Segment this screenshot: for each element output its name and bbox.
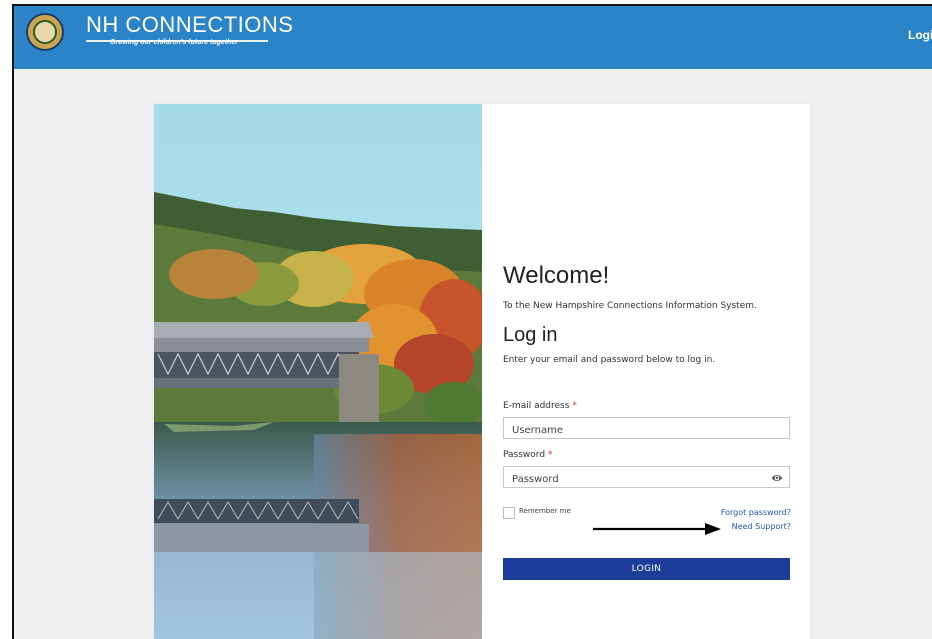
login-heading: Log in <box>503 324 558 346</box>
covered-bridge-autumn-photo <box>154 104 482 639</box>
welcome-heading: Welcome! <box>503 262 610 289</box>
password-label-text: Password <box>503 450 546 460</box>
forgot-password-link[interactable]: Forgot password? <box>721 508 791 517</box>
required-mark: * <box>547 450 553 460</box>
password-label: Password * <box>503 450 552 460</box>
remember-me-label[interactable]: Remember me <box>519 507 571 515</box>
eye-icon[interactable] <box>771 472 783 484</box>
nh-state-seal-icon[interactable] <box>26 13 64 51</box>
arrow-right-icon <box>593 523 721 535</box>
remember-me-checkbox[interactable] <box>503 507 515 519</box>
email-label-text: E-mail address <box>503 401 570 411</box>
need-support-link[interactable]: Need Support? <box>732 522 791 531</box>
password-field[interactable] <box>503 466 790 490</box>
password-input[interactable] <box>504 469 762 490</box>
login-instructions: Enter your email and password below to l… <box>503 355 716 365</box>
login-form: Welcome! To the New Hampshire Connection… <box>503 104 791 639</box>
required-mark: * <box>572 401 577 411</box>
top-header-bar: NH CONNECTIONS Growing our children's fu… <box>14 6 932 69</box>
brand-underline <box>86 40 268 42</box>
login-card: Welcome! To the New Hampshire Connection… <box>154 104 810 639</box>
brand-title: NH CONNECTIONS <box>86 12 294 37</box>
email-field[interactable] <box>503 417 790 441</box>
email-label: E-mail address * <box>503 401 577 411</box>
login-button[interactable]: LOGIN <box>503 558 790 580</box>
nav-login-link[interactable]: Login <box>908 28 932 42</box>
email-input[interactable] <box>504 420 762 441</box>
browser-frame: NH CONNECTIONS Growing our children's fu… <box>12 4 932 639</box>
welcome-subtitle: To the New Hampshire Connections Informa… <box>503 301 757 311</box>
